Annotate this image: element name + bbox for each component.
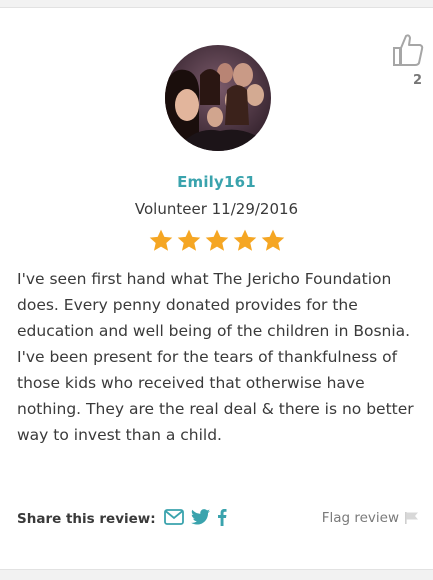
email-icon[interactable] xyxy=(163,509,184,529)
star-rating xyxy=(0,228,433,254)
reviewer-role-date: Volunteer 11/29/2016 xyxy=(134,200,299,218)
star-icon xyxy=(177,229,200,251)
reviewer-name[interactable]: Emily161 xyxy=(0,173,433,191)
flag-review-label: Flag review xyxy=(321,510,399,526)
thumbs-up-icon[interactable] xyxy=(392,33,424,67)
star-icon xyxy=(261,229,284,251)
star-icon xyxy=(233,229,256,251)
like-widget[interactable]: 2 xyxy=(388,33,428,88)
share-label: Share this review: xyxy=(17,511,156,527)
share-row: Share this review: xyxy=(17,508,234,530)
review-text: I've seen first hand what The Jericho Fo… xyxy=(17,270,414,444)
review-card: 2 Emily161 Volunteer 11/29/2016 I've see… xyxy=(0,7,433,570)
facebook-icon[interactable] xyxy=(217,508,227,530)
twitter-icon[interactable] xyxy=(190,509,210,529)
avatar xyxy=(165,45,271,151)
star-icon xyxy=(205,229,228,251)
star-icon xyxy=(149,229,172,251)
flag-icon xyxy=(405,512,418,524)
like-count: 2 xyxy=(412,73,422,88)
flag-review-button[interactable]: Flag review xyxy=(322,510,419,526)
